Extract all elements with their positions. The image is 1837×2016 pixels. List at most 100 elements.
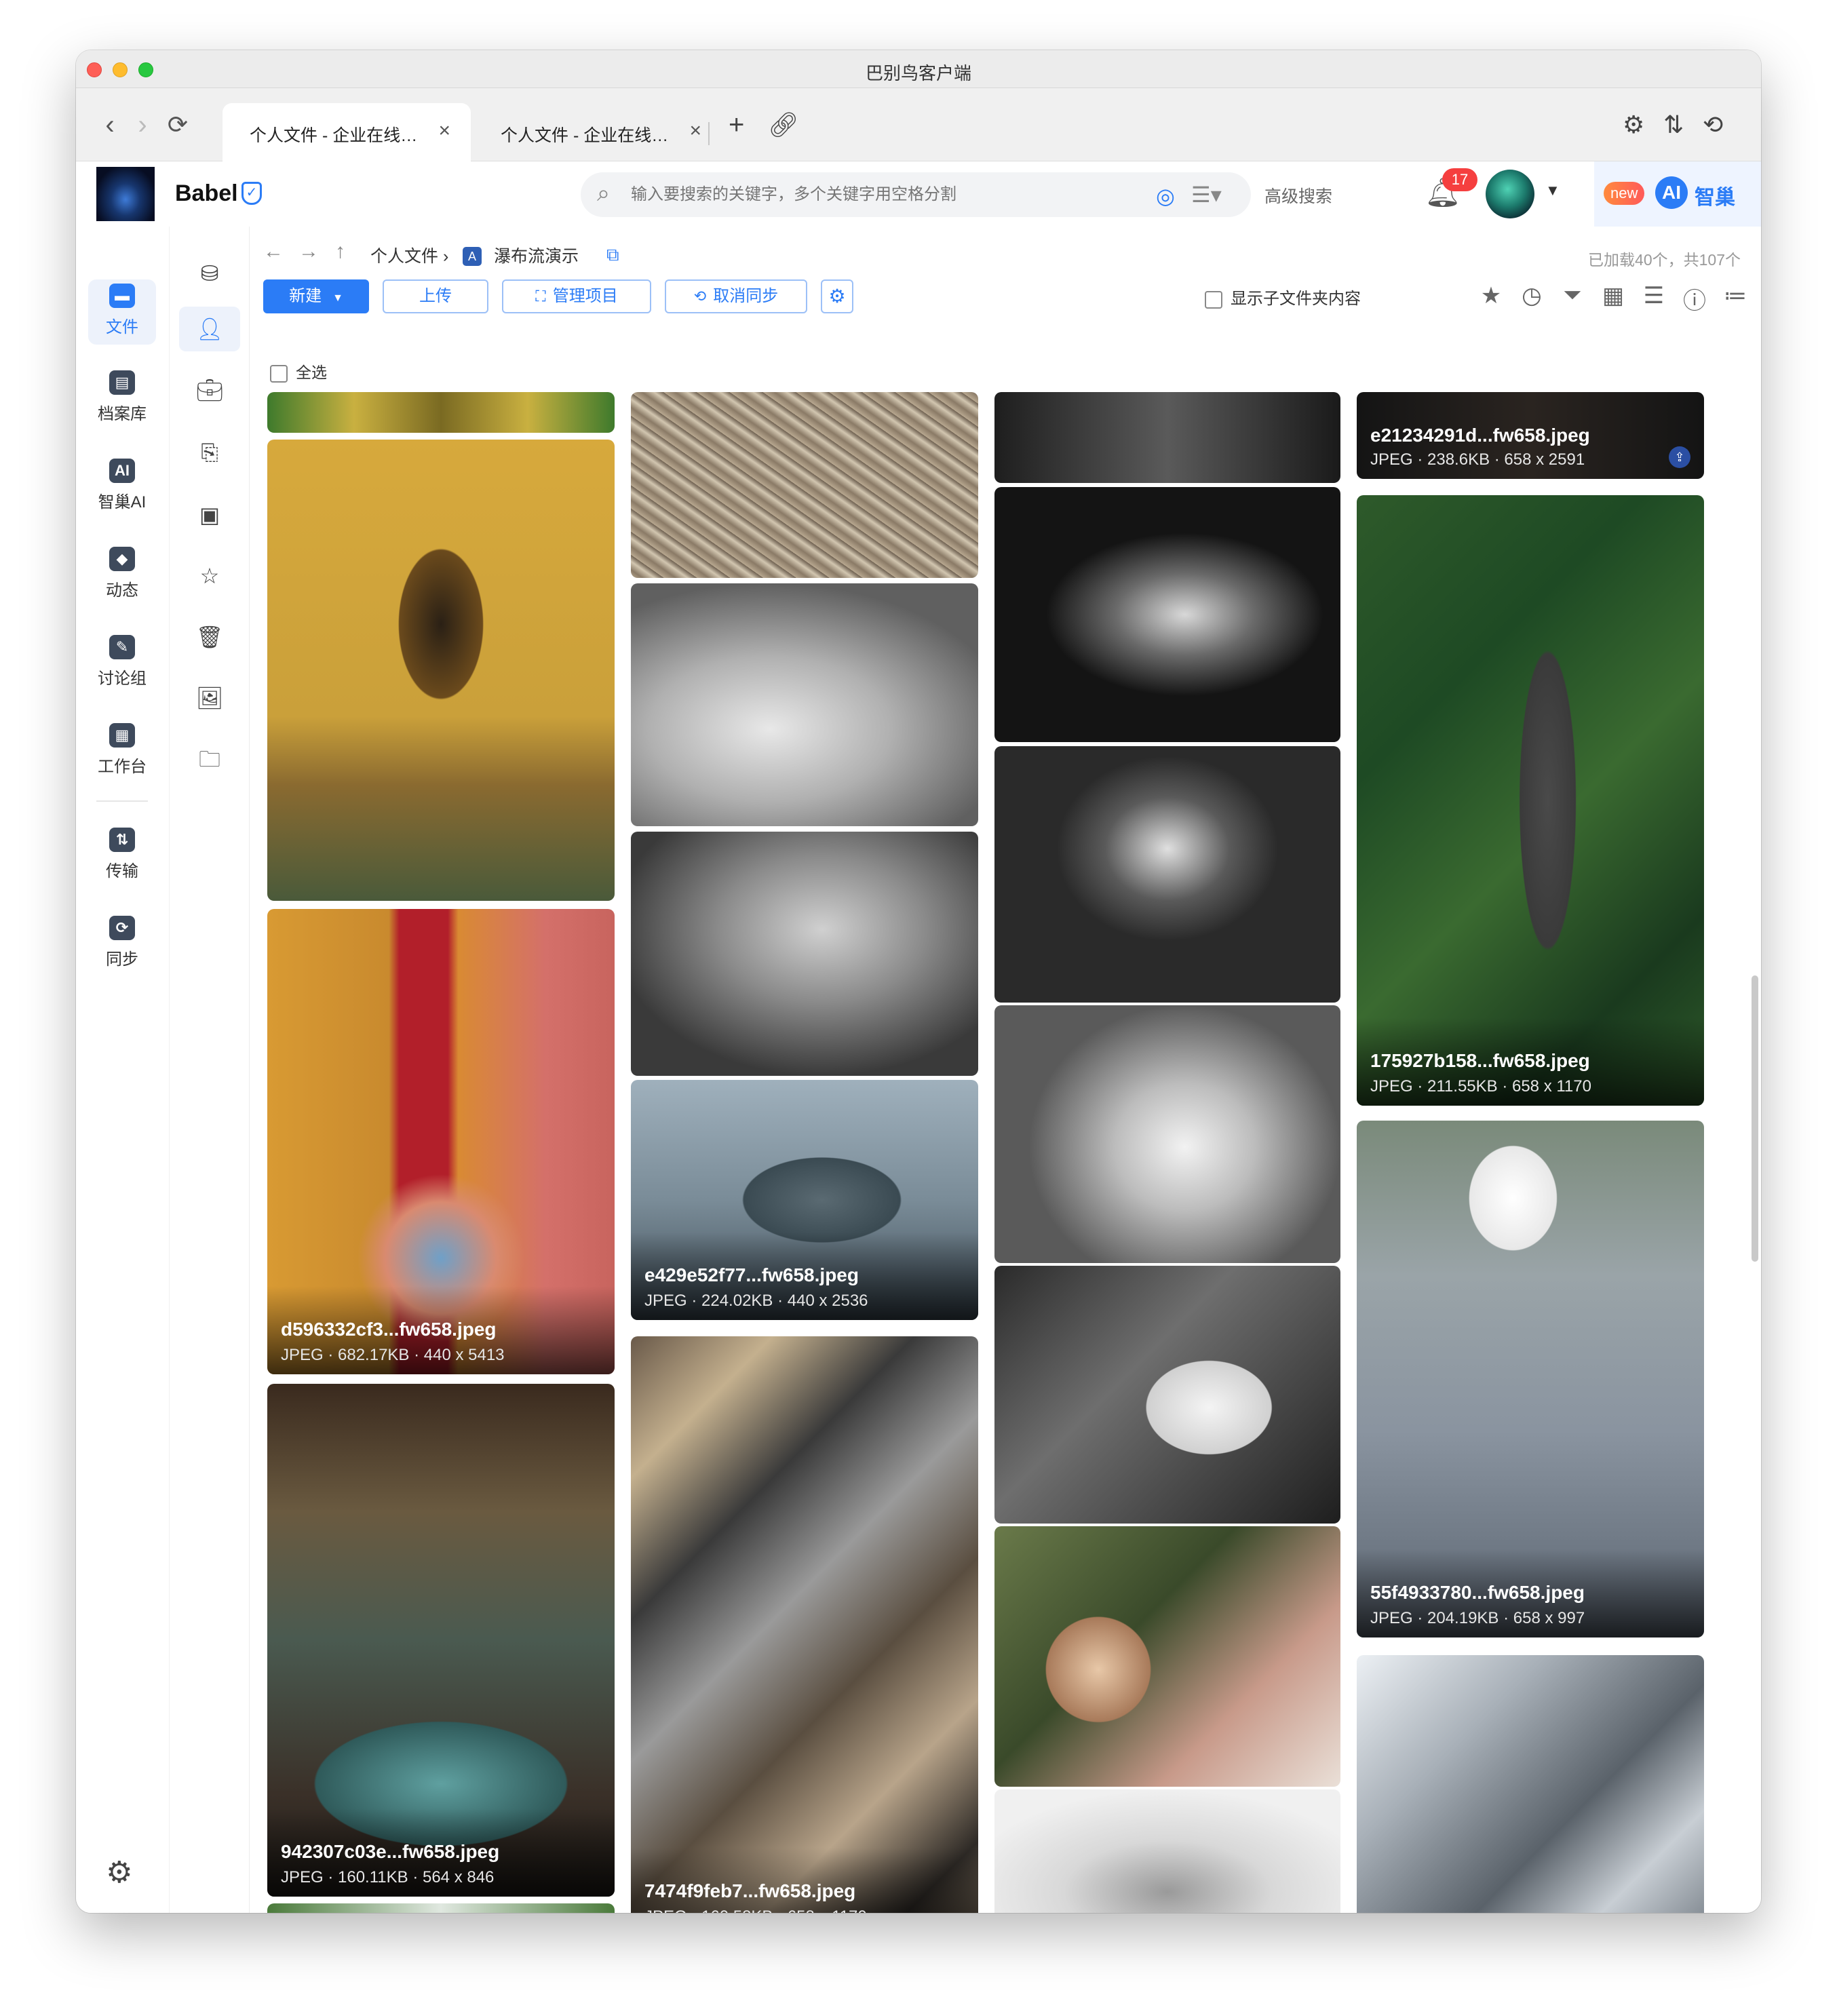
nav-item-activity[interactable]: ◆ 动态 [88,543,156,608]
image-search-icon[interactable]: ◎ [1156,183,1175,209]
breadcrumb-back-icon[interactable]: ← [263,240,284,263]
folder-a-alt-icon[interactable]: ▣ [179,492,240,537]
info-icon[interactable]: ⓘ [1681,282,1708,315]
image-card[interactable] [1357,1655,1704,1913]
breadcrumb-up-icon[interactable]: ↑ [335,240,345,263]
clock-icon[interactable]: ◷ [1518,282,1545,309]
image-card[interactable] [994,392,1340,483]
manage-items-button[interactable]: ⛶ 管理项目 [502,279,651,313]
show-subfolder-checkbox[interactable] [1205,290,1222,309]
image-card[interactable]: 175927b158...fw658.jpeg JPEG · 211.55KB … [1357,495,1704,1106]
image-card[interactable] [994,746,1340,1003]
image-card[interactable] [994,1005,1340,1263]
image-card[interactable]: e429e52f77...fw658.jpeg JPEG · 224.02KB … [631,1080,978,1320]
gear-icon[interactable]: ⚙ [1623,107,1644,142]
search-filter-icon[interactable]: ☰▾ [1191,182,1222,208]
new-button[interactable]: 新建 ▼ [263,279,369,313]
filter-icon[interactable]: ⏷ [1559,282,1586,309]
image-card[interactable] [267,392,615,433]
app-window: 巴别鸟客户端 ‹ › ⟳ 个人文件 - 企业在线… × 个人文件 - 企业在线…… [76,50,1761,1913]
avatar[interactable] [1486,170,1534,218]
folder-a-icon[interactable]: ⎘ [179,430,240,475]
image-card[interactable] [631,583,978,826]
image-card[interactable] [994,487,1340,742]
new-tab-icon[interactable]: + [729,107,744,142]
image-icon[interactable]: 🖼︎ [179,676,240,720]
tab-close-icon[interactable]: × [438,119,450,142]
title-bar: 巴别鸟客户端 [76,50,1761,88]
shared-briefcase-icon[interactable]: 💼︎ [179,368,240,412]
star-filter-icon[interactable]: ★ [1477,282,1505,309]
reload-icon[interactable]: ⟳ [163,107,193,142]
image-card[interactable] [267,440,615,901]
nav-label: 文件 [106,318,138,336]
breadcrumb-root[interactable]: 个人文件 › [370,243,448,267]
enterprise-space-icon[interactable]: ⛁ [179,251,240,296]
image-card[interactable] [994,1266,1340,1524]
image-meta: JPEG · 682.17KB · 440 x 5413 [281,1346,505,1364]
image-card[interactable]: 7474f9feb7...fw658.jpeg JPEG · 160.58KB … [631,1336,978,1913]
image-card[interactable]: 55f4933780...fw658.jpeg JPEG · 204.19KB … [1357,1121,1704,1637]
nav-item-sync[interactable]: ⟳ 同步 [88,912,156,977]
nav-label: 档案库 [98,405,147,423]
transfer-icon[interactable]: ⇅ [1663,107,1684,142]
scrollbar-thumb[interactable] [1752,975,1758,1262]
outline-icon[interactable]: ≔ [1722,282,1749,309]
search-bar[interactable]: ⌕ ◎ ☰▾ [581,172,1251,217]
image-card[interactable]: 942307c03e...fw658.jpeg JPEG · 160.11KB … [267,1384,615,1897]
flame-icon: ◆ [109,547,135,571]
share-icon[interactable]: ⇪ [1669,446,1690,468]
folder-icon[interactable]: 🗀 [179,737,240,781]
image-card[interactable] [631,832,978,1076]
star-icon[interactable]: ☆ [179,554,240,598]
search-icon: ⌕ [597,180,611,206]
tab-divider [708,122,710,145]
image-card[interactable] [994,1526,1340,1787]
tab-personal-files-1[interactable]: 个人文件 - 企业在线… × [223,103,471,161]
settings-gear-icon[interactable]: ⚙ [106,1855,132,1890]
nav-item-workbench[interactable]: ▦ 工作台 [88,719,156,784]
trash-icon[interactable]: 🗑︎ [179,615,240,659]
search-input[interactable] [631,180,1119,209]
breadcrumb-forward-icon[interactable]: → [298,240,319,263]
caret-down-icon[interactable]: ▼ [1545,182,1560,199]
link-icon[interactable]: 🔗︎ [768,107,799,142]
forward-icon[interactable]: › [128,107,157,142]
image-card[interactable]: e21234291d...fw658.jpeg JPEG · 238.6KB ·… [1357,392,1704,479]
image-card[interactable] [994,1789,1340,1913]
nav-item-ai[interactable]: AI 智巢AI [88,454,156,520]
copy-icon[interactable]: ⧉ [606,244,619,266]
folder-icon: ▬ [109,284,135,308]
cancel-sync-button[interactable]: ⟲ 取消同步 [665,279,807,313]
image-card[interactable] [267,1903,615,1913]
select-all-checkbox[interactable] [270,364,288,383]
image-card[interactable] [631,392,978,578]
grid-view-icon[interactable]: ▦ [1600,282,1627,309]
manage-label: 管理项目 [552,287,618,305]
list-view-icon[interactable]: ☰ [1640,282,1667,309]
nav-item-files[interactable]: ▬ 文件 [88,279,156,345]
nav-item-discussion[interactable]: ✎ 讨论组 [88,631,156,696]
advanced-search-link[interactable]: 高级搜索 [1264,183,1332,208]
image-filename: e21234291d...fw658.jpeg [1370,425,1590,446]
image-card[interactable]: d596332cf3...fw658.jpeg JPEG · 682.17KB … [267,909,615,1374]
select-all[interactable]: 全选 [270,360,327,383]
tab-close-icon[interactable]: × [689,119,701,142]
caret-down-icon: ▼ [332,292,343,304]
nav-label: 同步 [106,950,138,969]
tab-personal-files-2[interactable]: 个人文件 - 企业在线… × [473,103,722,161]
toolbar: 新建 ▼ 上传 ⛶ 管理项目 ⟲ 取消同步 ⚙ 显示子文件夹内容 ★ ◷ ⏷ ▦ ☰ … [263,279,1756,315]
nav-item-transfer[interactable]: ⇅ 传输 [88,823,156,889]
upload-button[interactable]: 上传 [383,279,488,313]
personal-files-icon[interactable]: 👤︎ [179,307,240,351]
new-badge: new [1604,182,1645,205]
show-subfolder-toggle[interactable]: 显示子文件夹内容 [1205,285,1361,309]
ai-nest-entry[interactable]: new AI 智巢 [1594,161,1761,227]
sync-icon[interactable]: ⟲ [1703,107,1723,142]
settings-button[interactable]: ⚙ [821,279,853,313]
nav-item-archive[interactable]: ▤ 档案库 [88,366,156,431]
cancel-sync-label: 取消同步 [713,287,779,305]
chat-icon: ✎ [109,635,135,659]
back-icon[interactable]: ‹ [95,107,125,142]
notification-badge: 17 [1442,168,1477,191]
